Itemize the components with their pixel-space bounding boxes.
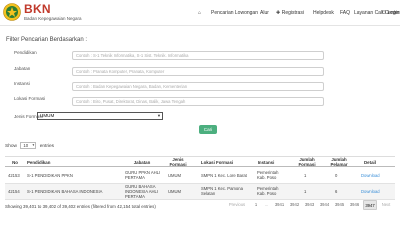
col-jabatan[interactable]: Jabatan [125,160,159,165]
instansi-label: Instansi [14,81,30,86]
brand-subtitle: Badan Kepegawaian Negara [24,16,82,21]
entries-select[interactable]: 10 ▾ [20,142,37,149]
pagination-page[interactable]: 3941 [273,200,286,210]
pagination-page[interactable]: 3943 [303,200,316,210]
instansi-input[interactable]: Contoh : Badan Kepegawaian Negara, Badan… [72,82,324,91]
cell-lokasi: SMPN 1 Kec. Pamona Selatan [201,186,243,196]
pagination-previous[interactable]: Previous [228,200,246,210]
cell-jumlah-pelamar: 0 [335,173,338,178]
table-row: 42154 S-1 PENDIDIKAN BAHASA INDONESIA GU… [5,184,395,200]
jabatan-label: Jabatan [14,66,31,71]
pendidikan-label: Pendidikan [14,50,37,55]
col-instansi[interactable]: Instansi [253,160,279,165]
entries-value: 10 [23,143,29,148]
jabatan-input[interactable]: Contoh : Pranata Komputer, Pranata, Komp… [72,67,324,76]
col-lokasi-formasi[interactable]: Lokasi Formasi [195,160,239,165]
home-icon: ⌂ [198,10,202,16]
cari-button[interactable]: Cari [199,125,217,134]
user-plus-icon: ✚ [276,10,281,16]
nav-faq[interactable]: FAQ [340,10,350,17]
lokasi-formasi-input[interactable]: Contoh : Biro, Pusat, Direktorat, Dinas,… [72,97,324,106]
cell-no: 42153 [8,173,20,178]
bkn-logo[interactable] [3,3,21,21]
show-prefix: Show [5,143,17,149]
show-entries: Show 10 ▾ entries [5,142,54,151]
cell-jabatan: GURU PPKN AHLI PERTAMA [125,170,161,180]
col-jumlah-pelamar[interactable]: Jumlah Pelamar [327,157,351,167]
nav-helpdesk[interactable]: Helpdesk [313,10,334,17]
cell-detail: Download [361,173,380,179]
nav-home[interactable]: ⌂ [198,10,203,17]
cell-jumlah-formasi: 1 [304,173,307,178]
nav-pencarian-lowongan[interactable]: Pencarian Lowongan [211,10,258,17]
cell-jenis: UMUM [168,173,182,178]
cell-jumlah-formasi: 1 [304,189,307,194]
cell-instansi: Pemerintah Kab. Poso [257,186,279,196]
nav-alur[interactable]: Alur [260,10,269,17]
cell-pendidikan: S-1 PENDIDIKAN PPKN [27,173,73,178]
chevron-down-icon: ▼ [157,113,161,118]
show-suffix: entries [39,143,55,149]
col-no[interactable]: No [9,160,21,165]
cell-no: 42154 [8,189,20,194]
power-icon: ⏻ [382,10,386,16]
pagination-page-active[interactable]: 3947 [363,200,377,210]
col-detail[interactable]: Detail [360,160,380,165]
table-info: Showing 39,401 to 39,402 of 39,402 entri… [5,204,156,209]
table-row: 42153 S-1 PENDIDIKAN PPKN GURU PPKN AHLI… [5,168,395,184]
cell-detail: Download [361,189,380,195]
nav-registrasi-label: Registrasi [281,10,304,16]
lokasi-formasi-label: Lokasi Formasi [14,96,46,101]
top-navbar: BKN Badan Kepegawaian Negara ⌂ Pencarian… [0,0,400,26]
pagination-page[interactable]: 3945 [333,200,346,210]
download-link[interactable]: Download [361,189,380,194]
pagination-ellipsis: ... [264,202,269,207]
filter-title: Filter Pencarian Berdasarkan : [6,37,88,43]
cell-jabatan: GURU BAHASA INDONESIA AHLI PERTAMA [125,184,159,199]
jenis-formasi-select[interactable]: UMUM ▼ [37,112,163,120]
pagination-page[interactable]: 1 [252,200,260,210]
jenis-formasi-value: UMUM [40,113,55,118]
pagination-page[interactable]: 3946 [348,200,361,210]
col-jumlah-formasi[interactable]: Jumlah Formasi [295,157,319,167]
table-header: No Pendidikan Jabatan Jenis Formasi Loka… [5,156,395,167]
nav-registrasi[interactable]: ✚ Registrasi [276,10,304,17]
cell-jenis: UMUM [168,189,182,194]
nav-login-label: Login [387,10,400,16]
cell-pendidikan: S-1 PENDIDIKAN BAHASA INDONESIA [27,189,103,194]
brand-name[interactable]: BKN [24,3,51,15]
pagination-next[interactable]: Next [380,200,392,210]
pagination-page[interactable]: 3942 [288,200,301,210]
cell-instansi: Pemerintah Kab. Poso [257,170,279,180]
pagination-page[interactable]: 3944 [318,200,331,210]
pendidikan-input[interactable]: Contoh : S-1 Teknik Informatika, S-1 Sis… [72,51,324,60]
cell-lokasi: SMPN 1 Kec. Lore Barat [201,173,247,178]
caret-icon: ▾ [32,143,35,147]
download-link[interactable]: Download [361,173,380,178]
col-jenis-formasi[interactable]: Jenis Formasi [165,157,191,167]
nav-login[interactable]: ⏻ Login [382,10,400,17]
cell-jumlah-pelamar: 6 [335,189,338,194]
col-pendidikan[interactable]: Pendidikan [27,160,75,165]
